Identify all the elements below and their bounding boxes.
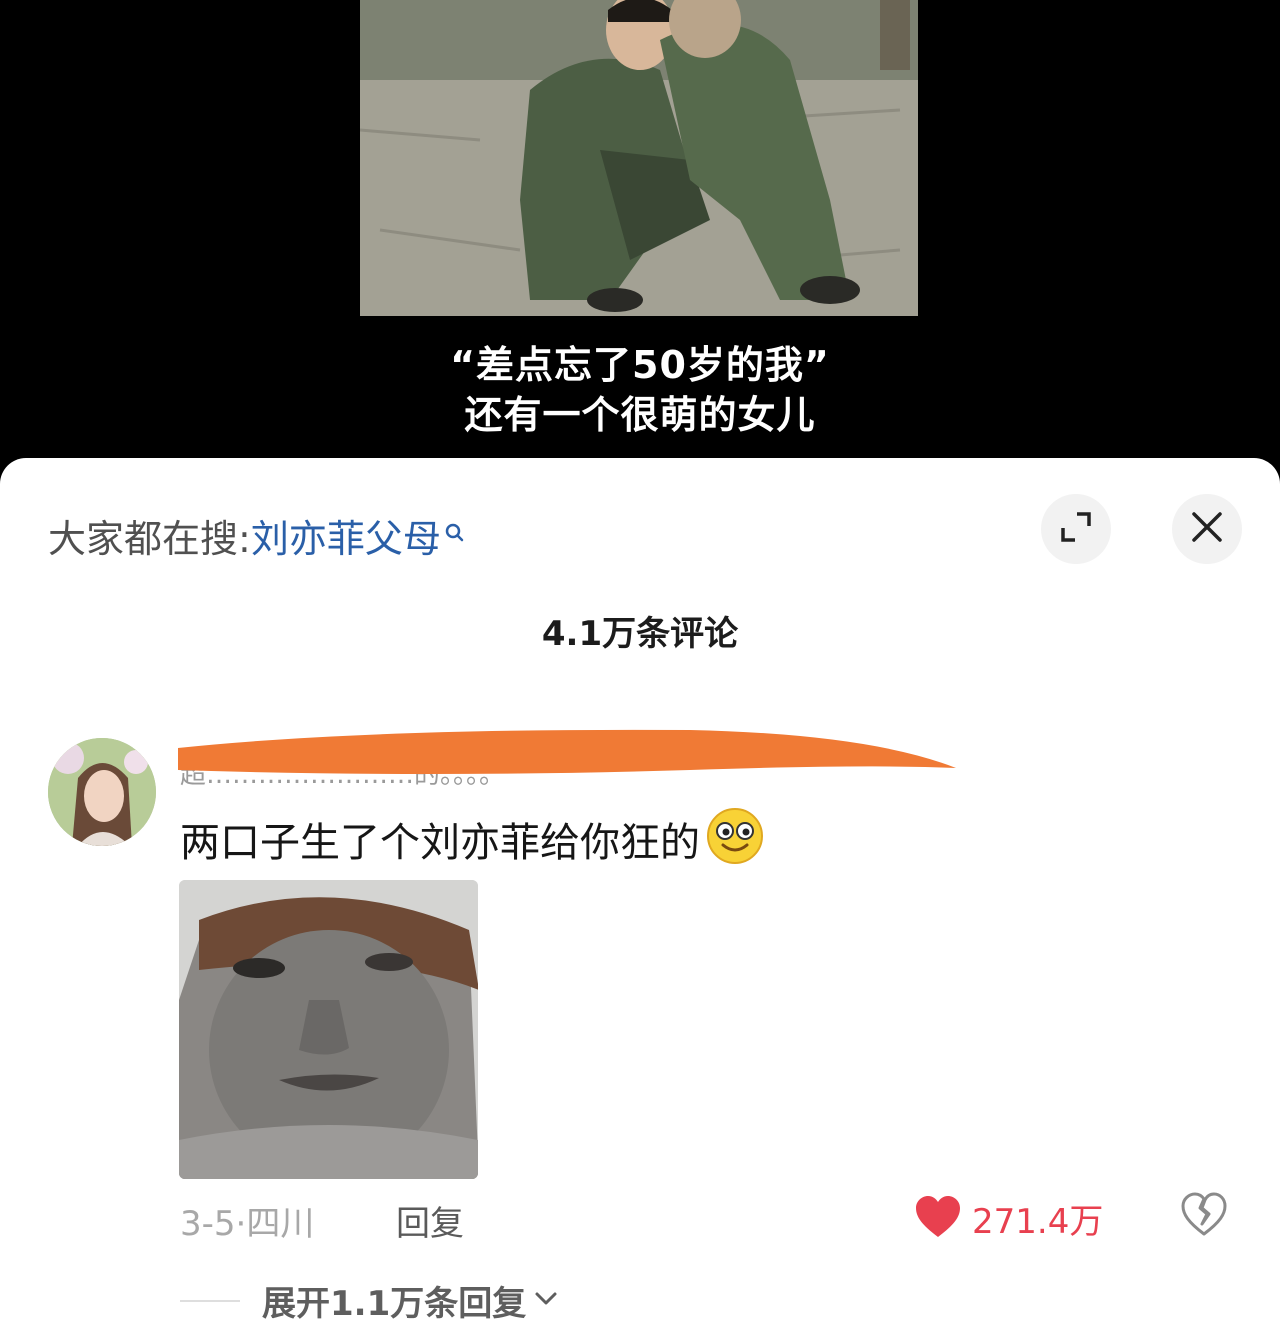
comments-count-title: 4.1万条评论 <box>541 614 739 654</box>
comment-sticker-image[interactable] <box>179 880 478 1179</box>
close-button[interactable] <box>1172 494 1242 564</box>
heart-icon <box>914 1195 962 1243</box>
comment-text-body: 两口子生了个刘亦菲给你狂的 <box>180 820 700 866</box>
dislike-button[interactable] <box>1180 1192 1228 1242</box>
broken-heart-icon <box>1180 1192 1228 1242</box>
expand-replies-button[interactable]: 展开1.1万条回复 <box>180 1276 558 1325</box>
expand-button[interactable] <box>1041 494 1111 564</box>
trending-search-keyword[interactable]: 刘亦菲父母 <box>251 517 441 561</box>
like-count: 271.4万 <box>972 1202 1104 1242</box>
comment-date-location: 3-5·四川 <box>180 1204 315 1244</box>
video-frame-photo <box>360 0 918 316</box>
like-button[interactable]: 271.4万 <box>914 1194 1103 1243</box>
chevron-down-icon <box>534 1290 558 1312</box>
avatar[interactable] <box>48 738 156 846</box>
reply-button[interactable]: 回复 <box>396 1196 464 1245</box>
divider-line <box>180 1299 240 1302</box>
search-icon <box>445 512 465 556</box>
trending-search-prefix: 大家都在搜: <box>48 517 251 561</box>
expand-icon <box>1059 510 1093 548</box>
redaction-scribble <box>178 729 956 774</box>
expand-replies-label: 展开1.1万条回复 <box>262 1284 527 1324</box>
close-icon <box>1190 510 1224 548</box>
video-caption-line-1: “差点忘了50岁的我” <box>450 343 830 387</box>
trending-search-hint[interactable]: 大家都在搜:刘亦菲父母 <box>48 508 465 563</box>
comment-sheet: 大家都在搜:刘亦菲父母 4.1万条评论 超……………………的。。。。 两口子生了… <box>0 458 1280 1327</box>
comment-text: 两口子生了个刘亦菲给你狂的 <box>180 807 764 875</box>
video-player[interactable]: “差点忘了50岁的我” 还有一个很萌的女儿 <box>0 0 1280 470</box>
smiley-emoji-icon <box>706 807 764 875</box>
video-caption-line-2: 还有一个很萌的女儿 <box>464 393 816 437</box>
